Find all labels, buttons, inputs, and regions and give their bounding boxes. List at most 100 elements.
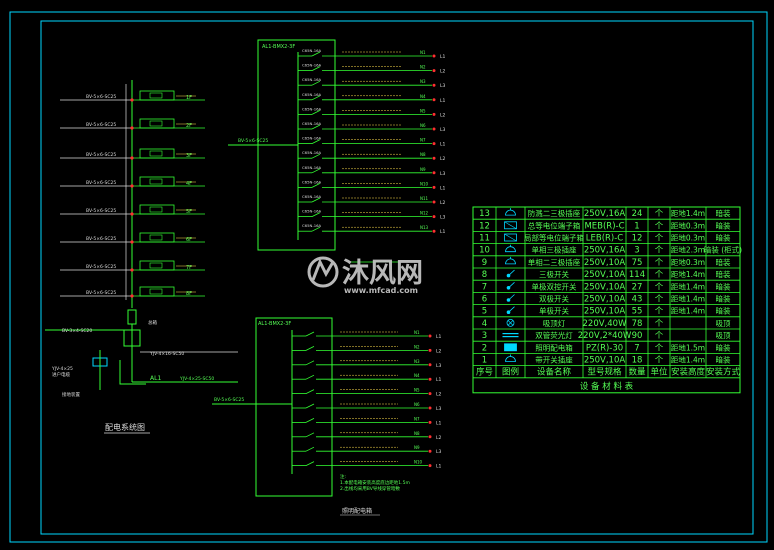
cell-no: 8	[482, 270, 487, 280]
svg-text:L1: L1	[440, 185, 446, 191]
circuit-line: C65N-16A N11 L2	[298, 194, 446, 206]
svg-text:进户电缆: 进户电缆	[52, 371, 70, 378]
svg-text:N13: N13	[420, 225, 429, 230]
cell-unit: 个	[655, 356, 664, 366]
header-cell: 数量	[628, 367, 646, 378]
circuit-line: C65N-16A N1 L1	[298, 48, 446, 60]
cell-mount: 暗装	[716, 281, 731, 291]
svg-text:N7: N7	[414, 416, 420, 421]
cell-model: 220V,2*40W	[578, 331, 632, 341]
top-distribution-panel: AL1-BMX2-3F BV-5×6-SC25 C65N-16A N1L1C65N…	[228, 39, 446, 263]
cell-qty: 78	[632, 319, 643, 329]
svg-text:L1: L1	[440, 229, 446, 235]
cell-unit: 个	[655, 258, 664, 268]
table-row: 6 双极开关 250V,10A 43 个距地1.4m 暗装	[482, 294, 731, 305]
svg-text:C65N-16A: C65N-16A	[302, 150, 322, 155]
cell-qty: 75	[632, 258, 643, 268]
svg-text:1.本配电箱安装高度底边距地1.5m: 1.本配电箱安装高度底边距地1.5m	[340, 479, 410, 486]
svg-text:2F: 2F	[186, 123, 192, 129]
table-row: 4 吸顶灯 220V,40W 78 个 吸顶	[482, 318, 731, 329]
svg-text:N4: N4	[420, 94, 426, 99]
circuit-line: C65N-16A N5 L2	[298, 106, 446, 118]
svg-text:BV-5×6-SC25: BV-5×6-SC25	[86, 152, 116, 158]
cell-qty: 27	[632, 282, 643, 292]
table-row: 11 局部等电位端子箱 LEB(R)-C 12 个距地0.3m 暗装	[479, 233, 731, 244]
table-row: 1 带开关插座 250V,10A 18 个距地1.4m 暗装	[482, 354, 731, 366]
circuit-line: C65N-16A N3 L3	[298, 77, 446, 89]
svg-text:N3: N3	[420, 79, 426, 84]
svg-text:L2: L2	[440, 69, 446, 75]
circuit-line: C65N-16A N12 L3	[298, 209, 446, 221]
svg-text:接地装置: 接地装置	[62, 391, 80, 398]
cell-no: 13	[479, 209, 490, 219]
cell-no: 12	[479, 221, 490, 231]
cell-height: 距地1.4m	[671, 269, 705, 279]
cell-mount: 暗装	[716, 306, 731, 316]
svg-text:N11: N11	[420, 196, 429, 201]
svg-text:注:: 注:	[340, 473, 346, 480]
cell-name: 总等电位端子箱	[528, 220, 581, 230]
table-row: 10 单相三极插座 250V,16A 3 个距地2.3m暗装 (柜式)	[479, 244, 742, 256]
bottom-distribution-panel: AL1-BMX2-3F BV-5×6-SC25 N1 L1 N2 L2 N3 L3 N4 L1…	[212, 317, 442, 516]
cell-no: 1	[482, 356, 487, 366]
svg-text:C65N-16A: C65N-16A	[302, 48, 322, 53]
circuit-line: C65N-16A N9 L3	[298, 165, 446, 177]
svg-text:N9: N9	[414, 445, 420, 450]
left-diagram-title: 配电系统图	[105, 422, 145, 432]
cell-height: 距地1.4m	[671, 294, 705, 304]
cell-qty: 1	[634, 221, 639, 231]
circuit-line: C65N-16A N2 L2	[298, 63, 446, 75]
cell-height: 距地1.4m	[671, 208, 705, 218]
svg-text:N2: N2	[414, 344, 420, 349]
cell-model: 250V,10A	[584, 282, 626, 292]
cell-unit: 个	[655, 307, 664, 317]
cell-mount: 暗装	[716, 269, 731, 279]
cell-height: 距地2.3m	[671, 245, 705, 255]
panel-icon	[504, 343, 517, 352]
svg-text:N8: N8	[414, 431, 420, 436]
svg-text:BV-5×6-SC25: BV-5×6-SC25	[86, 236, 116, 242]
svg-text:L3: L3	[436, 449, 442, 455]
svg-text:L3: L3	[436, 406, 442, 412]
svg-text:C65N-16A: C65N-16A	[302, 179, 322, 184]
watermark-logo-icon	[307, 256, 339, 288]
cell-mount: 暗装	[716, 257, 731, 267]
cell-height: 距地1.4m	[671, 355, 705, 365]
svg-text:1F: 1F	[186, 95, 192, 101]
cell-model: LEB(R)-C	[586, 234, 624, 244]
svg-text:C65N-16A: C65N-16A	[302, 121, 322, 126]
svg-text:N12: N12	[420, 211, 429, 216]
table-row: 2 照明配电箱 PZ(R)-30 7 个距地1.5m 暗装	[482, 342, 731, 353]
header-cell: 安装高度	[671, 367, 706, 378]
cell-no: 4	[482, 319, 487, 329]
circuit-line: N2 L2	[292, 344, 442, 354]
circuit-line: C65N-16A N8 L2	[298, 150, 446, 162]
table-header: 序号 图例 设备名称 型号规格 数量 单位 安装高度 安装方式	[476, 367, 741, 378]
svg-text:C65N-16A: C65N-16A	[302, 194, 322, 199]
cell-name: 单极开关	[539, 306, 569, 316]
cell-mount: 暗装	[716, 220, 731, 230]
cell-model: 250V,10A	[584, 307, 626, 317]
riser-labels: BV-3×4-SC20 YJV-4×25 进户电缆 接地装置 YJV-4×16-…	[51, 319, 214, 398]
cell-unit: 个	[655, 221, 664, 231]
cell-unit: 个	[655, 234, 664, 244]
svg-text:L3: L3	[440, 171, 446, 177]
cell-unit: 个	[655, 295, 664, 305]
svg-text:L2: L2	[436, 435, 442, 441]
cell-qty: 3	[634, 246, 639, 256]
svg-text:L2: L2	[440, 200, 446, 206]
cell-height: 距地1.4m	[671, 281, 705, 291]
svg-text:N6: N6	[414, 402, 420, 407]
cad-drawing-canvas: BV-5×6-SC25 1F BV-5×6-SC25 2F BV-5×6-SC25 3F B…	[9, 11, 768, 543]
svg-text:L3: L3	[440, 215, 446, 221]
svg-text:5F: 5F	[186, 209, 192, 215]
table-row: 5 单极开关 250V,10A 55 个距地1.4m 暗装	[482, 306, 731, 317]
cell-mount: 暗装 (柜式)	[704, 245, 742, 255]
cell-model: 250V,10A	[584, 356, 626, 366]
cell-name: 双管荧光灯	[535, 330, 573, 340]
svg-text:N10: N10	[414, 460, 423, 465]
header-cell: 单位	[650, 367, 668, 378]
circuit-line: C65N-16A N6 L3	[298, 121, 446, 133]
cell-model: 220V,40W	[583, 319, 628, 329]
cell-model: PZ(R)-30	[586, 343, 623, 353]
